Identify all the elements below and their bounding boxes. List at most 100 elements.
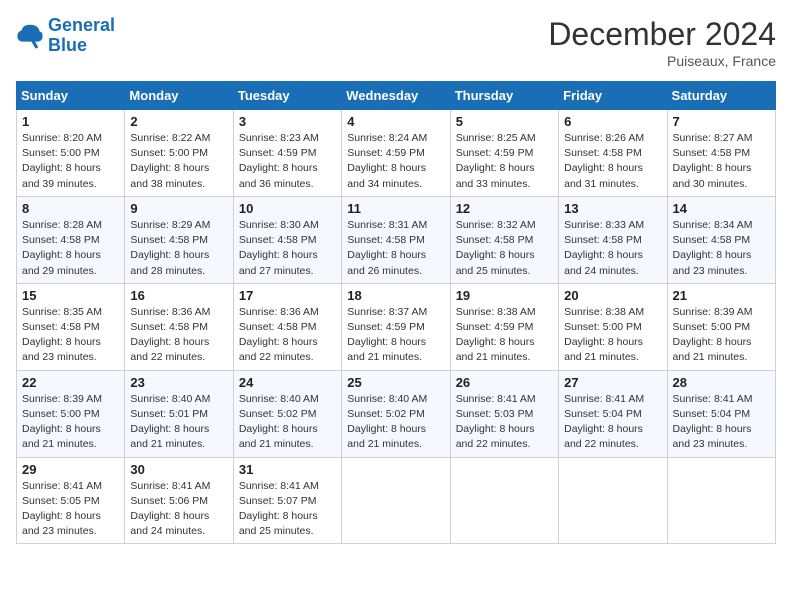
day-number: 11 [347, 201, 444, 216]
cell-content: Sunrise: 8:28 AMSunset: 4:58 PMDaylight:… [22, 218, 119, 279]
calendar-table: SundayMondayTuesdayWednesdayThursdayFrid… [16, 81, 776, 544]
col-header-sunday: Sunday [17, 82, 125, 110]
cell-content: Sunrise: 8:40 AMSunset: 5:02 PMDaylight:… [347, 392, 444, 453]
cell-content: Sunrise: 8:41 AMSunset: 5:04 PMDaylight:… [673, 392, 770, 453]
week-row-3: 15Sunrise: 8:35 AMSunset: 4:58 PMDayligh… [17, 283, 776, 370]
cell-content: Sunrise: 8:41 AMSunset: 5:06 PMDaylight:… [130, 479, 227, 540]
day-cell-2: 2 Sunrise: 8:22 AMSunset: 5:00 PMDaylight… [125, 110, 233, 197]
cell-content: Sunrise: 8:27 AMSunset: 4:58 PMDaylight:… [673, 131, 770, 192]
col-header-wednesday: Wednesday [342, 82, 450, 110]
day-cell-23: 23Sunrise: 8:40 AMSunset: 5:01 PMDayligh… [125, 370, 233, 457]
week-row-5: 29Sunrise: 8:41 AMSunset: 5:05 PMDayligh… [17, 457, 776, 544]
cell-content: Sunrise: 8:37 AMSunset: 4:59 PMDaylight:… [347, 305, 444, 366]
day-cell-9: 9 Sunrise: 8:29 AMSunset: 4:58 PMDaylight… [125, 196, 233, 283]
day-cell-21: 21 Sunrise: 8:39 AMSunset: 5:00 PMDayligh… [667, 283, 775, 370]
cell-content: Sunrise: 8:29 AMSunset: 4:58 PMDaylight:… [130, 218, 227, 279]
day-number: 24 [239, 375, 336, 390]
day-cell-6: 6Sunrise: 8:26 AMSunset: 4:58 PMDaylight… [559, 110, 667, 197]
day-cell-1: 1 Sunrise: 8:20 AMSunset: 5:00 PMDaylight… [17, 110, 125, 197]
cell-content: Sunrise: 8:39 AMSunset: 5:00 PMDaylight:… [673, 305, 770, 366]
day-cell-20: 20Sunrise: 8:38 AMSunset: 5:00 PMDayligh… [559, 283, 667, 370]
logo-text: General Blue [48, 16, 115, 56]
day-cell-11: 11 Sunrise: 8:31 AMSunset: 4:58 PMDayligh… [342, 196, 450, 283]
day-number: 29 [22, 462, 119, 477]
day-number: 28 [673, 375, 770, 390]
location-subtitle: Puiseaux, France [548, 53, 776, 69]
day-cell-15: 15Sunrise: 8:35 AMSunset: 4:58 PMDayligh… [17, 283, 125, 370]
col-header-tuesday: Tuesday [233, 82, 341, 110]
week-row-4: 22Sunrise: 8:39 AMSunset: 5:00 PMDayligh… [17, 370, 776, 457]
day-cell-30: 30 Sunrise: 8:41 AMSunset: 5:06 PMDayligh… [125, 457, 233, 544]
cell-content: Sunrise: 8:31 AMSunset: 4:58 PMDaylight:… [347, 218, 444, 279]
empty-cell [450, 457, 558, 544]
cell-content: Sunrise: 8:35 AMSunset: 4:58 PMDaylight:… [22, 305, 119, 366]
day-cell-17: 17 Sunrise: 8:36 AMSunset: 4:58 PMDayligh… [233, 283, 341, 370]
col-header-monday: Monday [125, 82, 233, 110]
day-cell-7: 7 Sunrise: 8:27 AMSunset: 4:58 PMDaylight… [667, 110, 775, 197]
title-block: December 2024 Puiseaux, France [548, 16, 776, 69]
day-number: 27 [564, 375, 661, 390]
day-cell-31: 31 Sunrise: 8:41 AMSunset: 5:07 PMDayligh… [233, 457, 341, 544]
day-cell-19: 19Sunrise: 8:38 AMSunset: 4:59 PMDayligh… [450, 283, 558, 370]
day-cell-16: 16 Sunrise: 8:36 AMSunset: 4:58 PMDayligh… [125, 283, 233, 370]
cell-content: Sunrise: 8:41 AMSunset: 5:04 PMDaylight:… [564, 392, 661, 453]
day-number: 13 [564, 201, 661, 216]
day-number: 4 [347, 114, 444, 129]
col-header-friday: Friday [559, 82, 667, 110]
day-cell-5: 5 Sunrise: 8:25 AMSunset: 4:59 PMDaylight… [450, 110, 558, 197]
day-cell-8: 8 Sunrise: 8:28 AMSunset: 4:58 PMDaylight… [17, 196, 125, 283]
day-number: 21 [673, 288, 770, 303]
month-title: December 2024 [548, 16, 776, 53]
cell-content: Sunrise: 8:25 AMSunset: 4:59 PMDaylight:… [456, 131, 553, 192]
day-cell-24: 24Sunrise: 8:40 AMSunset: 5:02 PMDayligh… [233, 370, 341, 457]
cell-content: Sunrise: 8:36 AMSunset: 4:58 PMDaylight:… [130, 305, 227, 366]
day-number: 19 [456, 288, 553, 303]
day-cell-29: 29Sunrise: 8:41 AMSunset: 5:05 PMDayligh… [17, 457, 125, 544]
day-cell-14: 14 Sunrise: 8:34 AMSunset: 4:58 PMDayligh… [667, 196, 775, 283]
cell-content: Sunrise: 8:22 AMSunset: 5:00 PMDaylight:… [130, 131, 227, 192]
cell-content: Sunrise: 8:36 AMSunset: 4:58 PMDaylight:… [239, 305, 336, 366]
page-header: General Blue December 2024 Puiseaux, Fra… [16, 16, 776, 69]
day-cell-10: 10Sunrise: 8:30 AMSunset: 4:58 PMDayligh… [233, 196, 341, 283]
week-row-2: 8 Sunrise: 8:28 AMSunset: 4:58 PMDaylight… [17, 196, 776, 283]
day-cell-25: 25 Sunrise: 8:40 AMSunset: 5:02 PMDayligh… [342, 370, 450, 457]
day-number: 25 [347, 375, 444, 390]
day-number: 16 [130, 288, 227, 303]
day-cell-27: 27 Sunrise: 8:41 AMSunset: 5:04 PMDayligh… [559, 370, 667, 457]
day-cell-28: 28 Sunrise: 8:41 AMSunset: 5:04 PMDayligh… [667, 370, 775, 457]
col-header-thursday: Thursday [450, 82, 558, 110]
day-number: 17 [239, 288, 336, 303]
empty-cell [559, 457, 667, 544]
cell-content: Sunrise: 8:41 AMSunset: 5:07 PMDaylight:… [239, 479, 336, 540]
day-number: 31 [239, 462, 336, 477]
day-cell-26: 26 Sunrise: 8:41 AMSunset: 5:03 PMDayligh… [450, 370, 558, 457]
calendar-header-row: SundayMondayTuesdayWednesdayThursdayFrid… [17, 82, 776, 110]
day-number: 18 [347, 288, 444, 303]
cell-content: Sunrise: 8:41 AMSunset: 5:03 PMDaylight:… [456, 392, 553, 453]
day-number: 2 [130, 114, 227, 129]
day-cell-3: 3Sunrise: 8:23 AMSunset: 4:59 PMDaylight… [233, 110, 341, 197]
day-number: 1 [22, 114, 119, 129]
logo-icon [16, 22, 44, 50]
cell-content: Sunrise: 8:33 AMSunset: 4:58 PMDaylight:… [564, 218, 661, 279]
cell-content: Sunrise: 8:26 AMSunset: 4:58 PMDaylight:… [564, 131, 661, 192]
cell-content: Sunrise: 8:40 AMSunset: 5:01 PMDaylight:… [130, 392, 227, 453]
empty-cell [667, 457, 775, 544]
logo: General Blue [16, 16, 115, 56]
day-number: 8 [22, 201, 119, 216]
day-number: 9 [130, 201, 227, 216]
day-cell-4: 4Sunrise: 8:24 AMSunset: 4:59 PMDaylight… [342, 110, 450, 197]
col-header-saturday: Saturday [667, 82, 775, 110]
day-number: 3 [239, 114, 336, 129]
day-number: 14 [673, 201, 770, 216]
day-number: 26 [456, 375, 553, 390]
week-row-1: 1 Sunrise: 8:20 AMSunset: 5:00 PMDaylight… [17, 110, 776, 197]
empty-cell [342, 457, 450, 544]
cell-content: Sunrise: 8:20 AMSunset: 5:00 PMDaylight:… [22, 131, 119, 192]
cell-content: Sunrise: 8:34 AMSunset: 4:58 PMDaylight:… [673, 218, 770, 279]
day-cell-12: 12Sunrise: 8:32 AMSunset: 4:58 PMDayligh… [450, 196, 558, 283]
day-number: 30 [130, 462, 227, 477]
day-number: 5 [456, 114, 553, 129]
cell-content: Sunrise: 8:32 AMSunset: 4:58 PMDaylight:… [456, 218, 553, 279]
day-number: 7 [673, 114, 770, 129]
